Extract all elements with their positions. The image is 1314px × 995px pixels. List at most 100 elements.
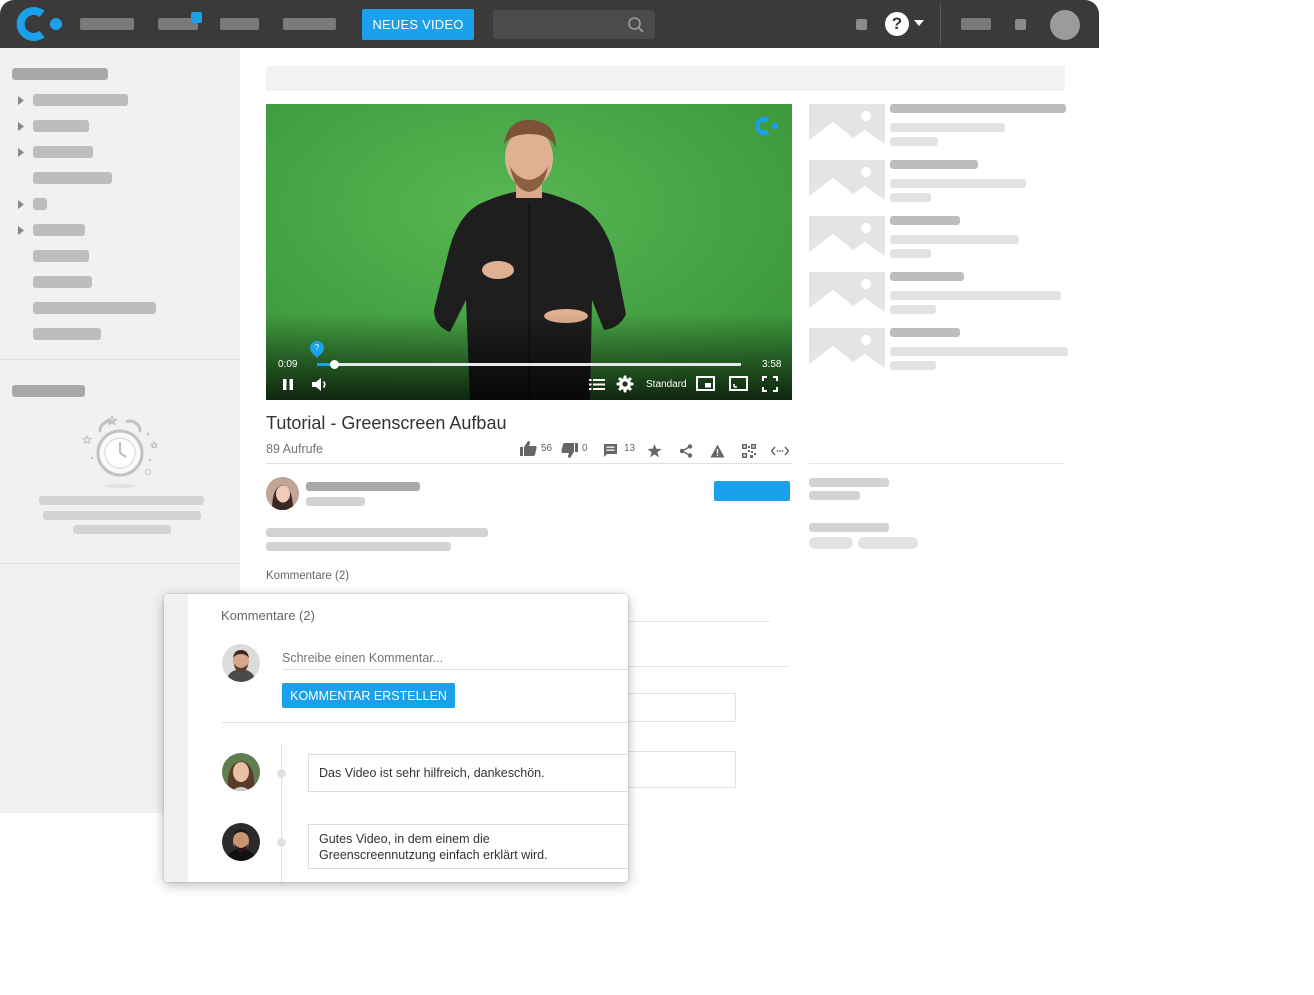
quality-selector[interactable]: Standard: [646, 379, 687, 390]
channel-avatar[interactable]: [266, 477, 299, 510]
comments-section-heading: Kommentare (2): [266, 570, 350, 582]
video-thumbnail-icon: [809, 104, 885, 152]
qr-code-icon[interactable]: [742, 444, 756, 458]
right-placeholder: [809, 478, 889, 487]
sidebar-item[interactable]: [33, 302, 156, 314]
commenter-avatar: [222, 823, 260, 861]
app-logo[interactable]: [12, 6, 66, 42]
recommended-video[interactable]: [809, 272, 1071, 320]
sidebar-section-heading: [12, 385, 85, 397]
chapters-list-icon[interactable]: [589, 378, 605, 391]
comment-count: 13: [624, 443, 636, 454]
nav-item[interactable]: [220, 18, 259, 30]
progress-handle[interactable]: [330, 360, 339, 369]
pause-icon[interactable]: [282, 378, 294, 391]
comment-icon[interactable]: [603, 443, 618, 458]
video-thumbnail-icon: [809, 216, 885, 264]
current-time: 0:09: [278, 359, 298, 370]
recommended-video[interactable]: [809, 216, 1071, 264]
nav-item[interactable]: [961, 18, 991, 30]
progress-track[interactable]: [317, 363, 741, 366]
empty-state-text: [39, 496, 204, 505]
top-navigation-bar: NEUES VIDEO ?: [0, 0, 1099, 48]
sidebar-divider: [0, 563, 240, 564]
sidebar-item[interactable]: [18, 120, 138, 134]
channel-name[interactable]: [306, 482, 420, 491]
timeline-dot: [277, 838, 286, 847]
commenter-avatar: [222, 753, 260, 791]
sidebar-divider: [0, 359, 240, 360]
video-player[interactable]: 0:09 3:58 ? Standard: [266, 104, 792, 400]
share-icon[interactable]: [679, 444, 693, 458]
dislike-count: 0: [582, 443, 588, 454]
sidebar-item[interactable]: [18, 224, 138, 238]
chapter-marker[interactable]: ?: [307, 338, 327, 358]
comments-panel: Kommentare (2) KOMMENTAR ERSTELLEN Das V…: [164, 594, 628, 882]
nav-item[interactable]: [283, 18, 336, 30]
video-thumbnail-icon: [809, 160, 885, 208]
picture-in-picture-icon[interactable]: [696, 376, 715, 391]
caret-right-icon: [18, 226, 24, 235]
recommended-video[interactable]: [809, 328, 1071, 376]
comment-text: Gutes Video, in dem einem die Greenscree…: [319, 831, 548, 862]
search-input[interactable]: [493, 10, 655, 39]
tag-chip[interactable]: [858, 537, 918, 549]
commenter-avatar-image: [222, 823, 260, 861]
topbar-divider: [940, 4, 941, 44]
sidebar-item[interactable]: [18, 94, 138, 108]
commenter-avatar-image: [222, 753, 260, 791]
channel-subtitle: [306, 497, 365, 506]
sidebar-item[interactable]: [33, 328, 101, 340]
comment-input[interactable]: [282, 646, 628, 670]
comment-text: Das Video ist sehr hilfreich, dankeschön…: [319, 766, 545, 780]
empty-state-text: [73, 525, 171, 534]
new-video-button[interactable]: NEUES VIDEO: [362, 9, 474, 40]
help-menu[interactable]: ?: [885, 12, 927, 36]
search-icon[interactable]: [627, 16, 645, 34]
sidebar-item[interactable]: [18, 146, 138, 160]
alarm-clock-icon: [82, 414, 159, 488]
fullscreen-icon[interactable]: [762, 376, 778, 392]
sidebar-item[interactable]: [18, 198, 138, 212]
nav-item[interactable]: [80, 18, 134, 30]
comment-thread-line: [281, 744, 282, 882]
current-user-avatar: [222, 644, 260, 682]
caret-right-icon: [18, 122, 24, 131]
comments-panel-header: Kommentare (2): [221, 608, 315, 623]
sidebar-item[interactable]: [33, 172, 112, 184]
favorite-star-icon[interactable]: [647, 444, 662, 458]
user-avatar[interactable]: [1050, 10, 1080, 40]
theater-mode-icon[interactable]: [729, 376, 748, 391]
chapter-marker-label: ?: [314, 343, 320, 352]
description-line: [266, 528, 488, 537]
subscribe-button[interactable]: [714, 481, 790, 501]
settings-gear-icon[interactable]: [616, 375, 634, 393]
embed-code-icon[interactable]: [771, 446, 789, 456]
caret-right-icon: [18, 148, 24, 157]
timeline-dot: [277, 769, 286, 778]
chevron-down-icon: [914, 20, 924, 26]
toolbar-square[interactable]: [856, 19, 867, 30]
recommended-video[interactable]: [809, 104, 1071, 152]
caret-right-icon: [18, 200, 24, 209]
comment-form-divider: [222, 722, 628, 723]
thumbs-up-icon[interactable]: [520, 441, 537, 456]
video-thumbnail-icon: [809, 328, 885, 376]
volume-icon[interactable]: [311, 377, 329, 392]
recommended-video[interactable]: [809, 160, 1071, 208]
thumbs-down-icon[interactable]: [561, 443, 578, 458]
duration: 3:58: [762, 359, 782, 370]
comment-bubble: Das Video ist sehr hilfreich, dankeschön…: [308, 754, 628, 792]
notification-dot: [191, 12, 202, 23]
breadcrumb-bar: [266, 66, 1065, 91]
video-title: Tutorial - Greenscreen Aufbau: [266, 413, 507, 433]
sidebar-item[interactable]: [33, 276, 92, 288]
create-comment-button[interactable]: KOMMENTAR ERSTELLEN: [282, 683, 455, 708]
toolbar-square[interactable]: [1015, 19, 1026, 30]
right-placeholder: [809, 491, 860, 500]
sidebar-item[interactable]: [33, 250, 89, 262]
sidebar-heading: [12, 68, 108, 80]
report-warning-icon[interactable]: [710, 444, 725, 458]
help-icon: ?: [885, 12, 909, 36]
tag-chip[interactable]: [809, 537, 853, 549]
